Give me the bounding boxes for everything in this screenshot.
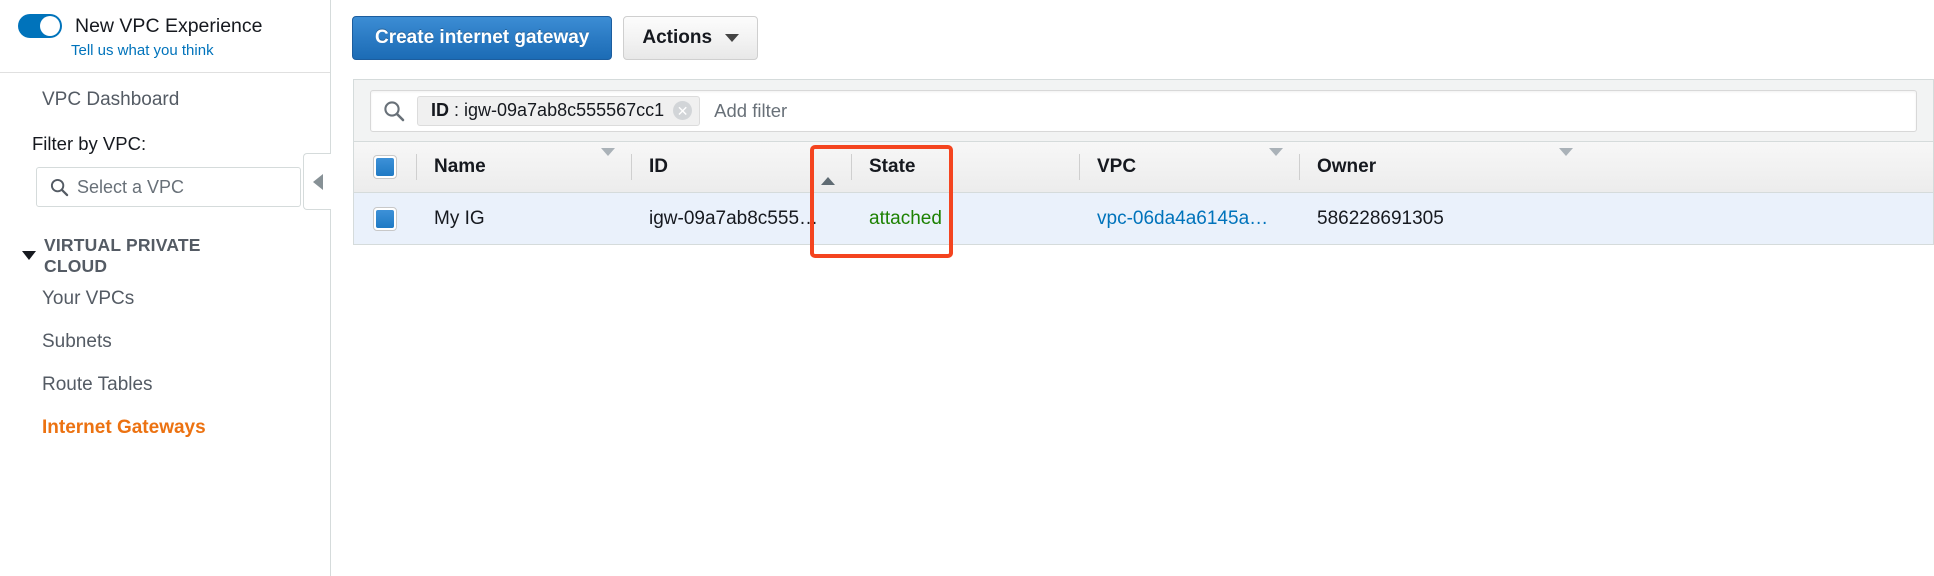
select-all-checkbox[interactable] bbox=[373, 155, 397, 179]
main-content: Create internet gateway Actions ID : igw… bbox=[332, 0, 1934, 576]
sort-ascending-icon[interactable] bbox=[821, 156, 835, 185]
column-header-label: ID bbox=[649, 156, 668, 177]
column-header-state[interactable]: State bbox=[851, 141, 1079, 193]
sidebar-item-label: Subnets bbox=[42, 331, 112, 353]
sidebar-item-label: Internet Gateways bbox=[42, 417, 206, 439]
sort-descending-icon[interactable] bbox=[1269, 148, 1283, 178]
filter-token-key: ID bbox=[431, 100, 449, 120]
chevron-down-icon bbox=[22, 251, 36, 260]
close-circle-icon[interactable]: ✕ bbox=[673, 101, 693, 120]
column-divider bbox=[1299, 154, 1300, 180]
actions-label: Actions bbox=[642, 27, 713, 48]
column-header-vpc[interactable]: VPC bbox=[1079, 141, 1299, 193]
new-vpc-experience-label: New VPC Experience bbox=[75, 14, 263, 37]
search-icon bbox=[383, 100, 405, 122]
row-checkbox[interactable] bbox=[373, 206, 397, 231]
search-icon bbox=[50, 178, 69, 197]
sidebar: New VPC Experience Tell us what you thin… bbox=[0, 0, 331, 576]
create-internet-gateway-label: Create internet gateway bbox=[375, 27, 590, 48]
cell-owner: 586228691305 bbox=[1317, 207, 1444, 229]
filter-input[interactable]: ID : igw-09a7ab8c555567cc1 ✕ Add filter bbox=[370, 89, 1917, 132]
filter-token-id[interactable]: ID : igw-09a7ab8c555567cc1 ✕ bbox=[417, 95, 701, 126]
column-header-label: Owner bbox=[1317, 156, 1377, 177]
column-header-name[interactable]: Name bbox=[416, 141, 631, 193]
tell-us-what-you-think-link[interactable]: Tell us what you think bbox=[71, 42, 330, 59]
column-divider bbox=[1079, 154, 1080, 180]
chevron-down-icon bbox=[725, 34, 740, 42]
sidebar-item-your-vpcs[interactable]: Your VPCs bbox=[0, 278, 330, 321]
filter-token-separator: : bbox=[454, 100, 460, 120]
sidebar-item-label: Your VPCs bbox=[42, 288, 135, 310]
toolbar: Create internet gateway Actions bbox=[332, 0, 1934, 76]
filter-by-vpc-label: Filter by VPC: bbox=[32, 133, 147, 154]
chevron-left-icon bbox=[312, 173, 323, 190]
internet-gateways-table: Name ID State VPC Owner My IG igw-09a7ab… bbox=[353, 141, 1934, 258]
row-checkbox-cell[interactable] bbox=[354, 193, 416, 245]
sidebar-item-route-tables[interactable]: Route Tables bbox=[0, 364, 330, 407]
filter-token-value: igw-09a7ab8c555567cc1 bbox=[464, 100, 665, 120]
column-header-owner[interactable]: Owner bbox=[1299, 141, 1589, 193]
sidebar-collapse-button[interactable] bbox=[303, 153, 331, 210]
column-divider bbox=[851, 154, 852, 180]
column-header-label: Name bbox=[434, 156, 486, 177]
vpc-select-input[interactable]: Select a VPC bbox=[36, 167, 301, 207]
sidebar-item-subnets[interactable]: Subnets bbox=[0, 321, 330, 364]
table-row[interactable]: My IG igw-09a7ab8c555… attached vpc-06da… bbox=[353, 193, 1934, 245]
column-divider bbox=[631, 154, 632, 180]
column-header-label: VPC bbox=[1097, 156, 1137, 177]
actions-button[interactable]: Actions bbox=[623, 16, 759, 60]
column-header-label: State bbox=[869, 156, 916, 177]
cell-name: My IG bbox=[434, 207, 485, 229]
new-vpc-experience-toggle[interactable] bbox=[18, 14, 62, 38]
sort-descending-icon[interactable] bbox=[601, 148, 615, 178]
create-internet-gateway-button[interactable]: Create internet gateway bbox=[352, 16, 613, 60]
sort-descending-icon[interactable] bbox=[1559, 148, 1573, 178]
sidebar-item-vpc-dashboard[interactable]: VPC Dashboard bbox=[0, 73, 330, 111]
cell-state: attached bbox=[869, 207, 942, 229]
filter-bar: ID : igw-09a7ab8c555567cc1 ✕ Add filter bbox=[353, 79, 1934, 141]
column-divider bbox=[416, 154, 417, 180]
cell-vpc-link[interactable]: vpc-06da4a6145a… bbox=[1079, 193, 1299, 245]
cell-id: igw-09a7ab8c555… bbox=[649, 207, 819, 229]
select-all-checkbox-cell[interactable] bbox=[354, 141, 416, 193]
virtual-private-cloud-section[interactable]: VIRTUAL PRIVATE CLOUD bbox=[0, 207, 330, 278]
sidebar-item-internet-gateways[interactable]: Internet Gateways bbox=[0, 407, 330, 450]
new-vpc-experience-row[interactable]: New VPC Experience bbox=[0, 0, 330, 38]
sidebar-item-label: Route Tables bbox=[42, 374, 153, 396]
column-header-id[interactable]: ID bbox=[631, 141, 851, 193]
toggle-knob-icon bbox=[40, 16, 60, 36]
vpc-select-placeholder: Select a VPC bbox=[77, 176, 185, 197]
add-filter-placeholder: Add filter bbox=[714, 99, 788, 121]
section-title: VIRTUAL PRIVATE CLOUD bbox=[44, 235, 201, 277]
table-header-row: Name ID State VPC Owner bbox=[353, 141, 1934, 193]
